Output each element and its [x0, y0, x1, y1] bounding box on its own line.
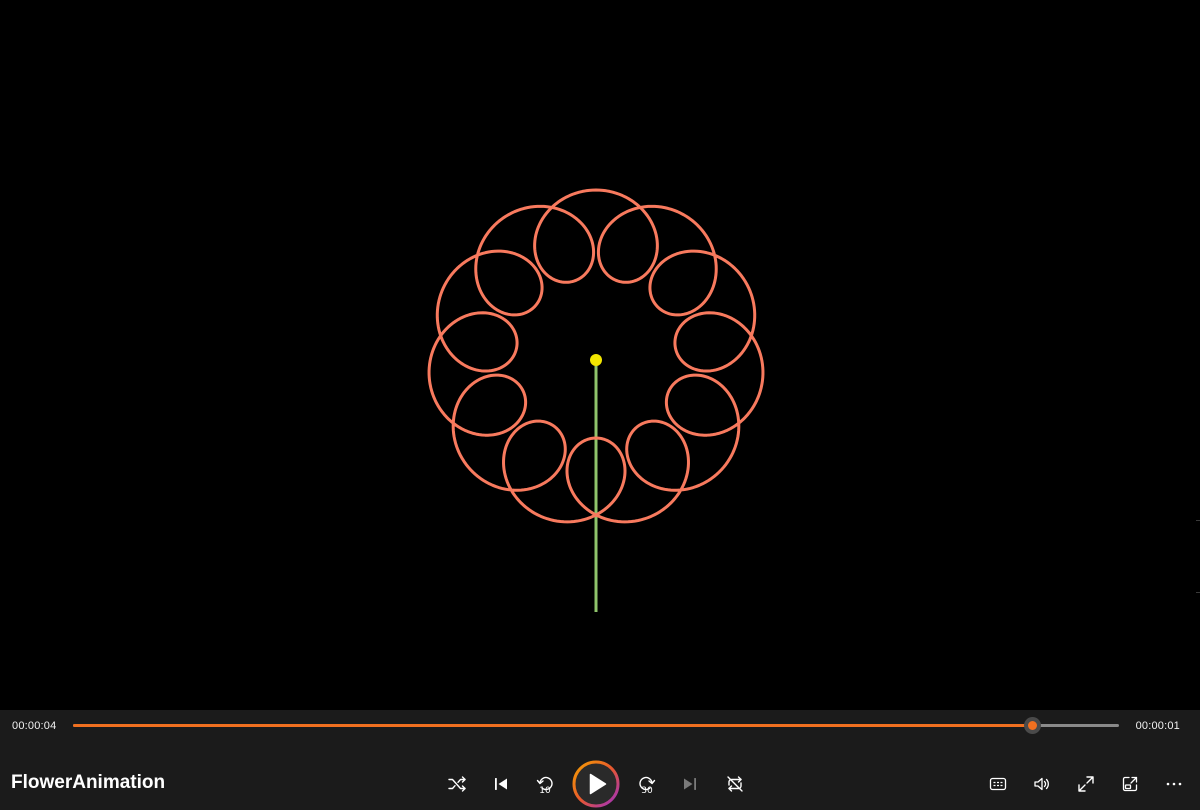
- video-area[interactable]: [0, 0, 1200, 710]
- more-options-button[interactable]: [1159, 769, 1189, 799]
- mini-player-button[interactable]: [1115, 769, 1145, 799]
- media-control-bar: 00:00:04 00:00:01 FlowerAnimation 10 30: [0, 710, 1200, 810]
- next-button[interactable]: [675, 769, 705, 799]
- seek-progress: [73, 724, 1033, 727]
- mini-player-icon: [1122, 776, 1138, 792]
- flower-center: [590, 354, 602, 366]
- seek-thumb[interactable]: [1024, 717, 1042, 734]
- previous-icon: [495, 778, 507, 790]
- next-icon: [684, 778, 696, 790]
- subtitles-button[interactable]: [983, 769, 1013, 799]
- media-title: FlowerAnimation: [11, 772, 166, 793]
- previous-button[interactable]: [486, 769, 516, 799]
- subtitles-icon: [989, 777, 1007, 791]
- play-icon: [572, 760, 620, 808]
- skip-forward-button[interactable]: 30: [632, 769, 662, 799]
- fullscreen-button[interactable]: [1071, 769, 1101, 799]
- play-button[interactable]: [571, 759, 621, 809]
- skip-back-label: 10: [539, 786, 551, 796]
- flower-animation-frame: [427, 188, 765, 612]
- skip-back-button[interactable]: 10: [530, 769, 560, 799]
- skip-forward-label: 30: [641, 786, 653, 796]
- volume-button[interactable]: [1027, 769, 1057, 799]
- seek-bar[interactable]: [73, 717, 1119, 734]
- repeat-icon: [727, 776, 743, 792]
- shuffle-icon: [448, 776, 466, 792]
- remaining-time: 00:00:01: [1135, 720, 1180, 732]
- volume-icon: [1034, 777, 1049, 791]
- shuffle-button[interactable]: [442, 769, 472, 799]
- fullscreen-icon: [1078, 776, 1094, 792]
- elapsed-time: 00:00:04: [12, 720, 57, 732]
- repeat-button[interactable]: [720, 769, 750, 799]
- more-icon: [1166, 782, 1182, 786]
- edge-marks: [1196, 520, 1200, 600]
